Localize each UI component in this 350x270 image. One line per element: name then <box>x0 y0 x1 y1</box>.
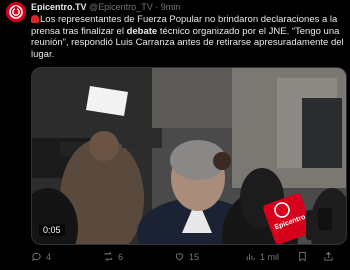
video-duration: 0:05 <box>39 224 65 236</box>
share-icon <box>324 251 333 261</box>
repost-count: 6 <box>118 251 124 262</box>
separator: · <box>155 2 159 12</box>
action-bar: 4 6 15 1 mil <box>31 250 345 266</box>
siren-icon <box>31 15 39 23</box>
like-count: 15 <box>189 251 200 262</box>
like-button[interactable]: 15 <box>174 251 199 262</box>
epicentro-logo-icon <box>6 2 26 22</box>
video-player[interactable]: Epicentro 0:05 <box>31 67 347 245</box>
handle[interactable]: @Epicentro_TV <box>89 2 153 12</box>
share-button[interactable] <box>323 251 334 262</box>
repost-icon <box>104 252 113 261</box>
timestamp[interactable]: 9min <box>161 2 181 12</box>
views-icon <box>246 253 255 261</box>
bookmark-icon <box>299 251 306 262</box>
avatar[interactable] <box>6 2 26 22</box>
bookmark-button[interactable] <box>297 251 308 262</box>
display-name[interactable]: Epicentro.TV <box>31 2 87 12</box>
tweet-header: Epicentro.TV @Epicentro_TV · 9min <box>31 2 180 13</box>
tweet-text-bold: debate <box>126 25 158 37</box>
repost-button[interactable]: 6 <box>103 251 123 262</box>
views-button[interactable]: 1 mil <box>245 251 279 262</box>
view-count: 1 mil <box>260 251 280 262</box>
reply-count: 4 <box>46 251 52 262</box>
heart-icon <box>175 253 184 261</box>
reply-icon <box>32 252 41 262</box>
reply-button[interactable]: 4 <box>31 251 51 262</box>
tweet-text: Los representantes de Fuerza Popular no … <box>31 14 345 60</box>
